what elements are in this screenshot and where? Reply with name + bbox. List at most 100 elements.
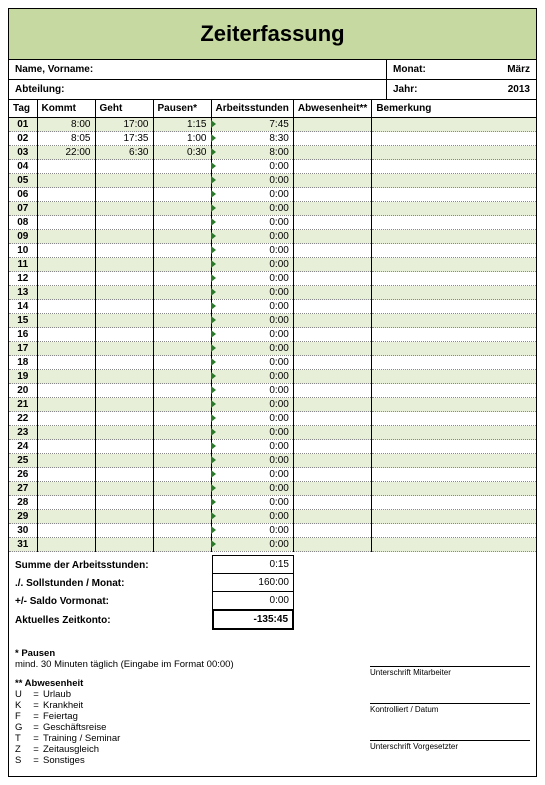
cell-kommt[interactable] bbox=[37, 328, 95, 342]
cell-geht[interactable] bbox=[95, 412, 153, 426]
cell-pausen[interactable] bbox=[153, 468, 211, 482]
cell-kommt[interactable] bbox=[37, 342, 95, 356]
cell-geht[interactable] bbox=[95, 160, 153, 174]
cell-bem[interactable] bbox=[372, 174, 536, 188]
cell-geht[interactable] bbox=[95, 510, 153, 524]
cell-bem[interactable] bbox=[372, 384, 536, 398]
cell-bem[interactable] bbox=[372, 230, 536, 244]
cell-geht[interactable] bbox=[95, 328, 153, 342]
cell-pausen[interactable] bbox=[153, 356, 211, 370]
cell-geht[interactable] bbox=[95, 370, 153, 384]
cell-pausen[interactable] bbox=[153, 384, 211, 398]
cell-geht[interactable] bbox=[95, 202, 153, 216]
cell-kommt[interactable] bbox=[37, 440, 95, 454]
cell-pausen[interactable] bbox=[153, 230, 211, 244]
cell-abw[interactable] bbox=[293, 356, 371, 370]
cell-abw[interactable] bbox=[293, 412, 371, 426]
cell-bem[interactable] bbox=[372, 426, 536, 440]
cell-geht[interactable]: 17:00 bbox=[95, 118, 153, 132]
cell-kommt[interactable]: 8:00 bbox=[37, 118, 95, 132]
cell-geht[interactable]: 6:30 bbox=[95, 146, 153, 160]
cell-pausen[interactable] bbox=[153, 440, 211, 454]
cell-kommt[interactable]: 8:05 bbox=[37, 132, 95, 146]
cell-kommt[interactable] bbox=[37, 482, 95, 496]
cell-geht[interactable] bbox=[95, 314, 153, 328]
cell-bem[interactable] bbox=[372, 146, 536, 160]
cell-kommt[interactable] bbox=[37, 216, 95, 230]
cell-kommt[interactable] bbox=[37, 454, 95, 468]
cell-abw[interactable] bbox=[293, 300, 371, 314]
cell-abw[interactable] bbox=[293, 188, 371, 202]
cell-kommt[interactable] bbox=[37, 384, 95, 398]
cell-abw[interactable] bbox=[293, 370, 371, 384]
cell-geht[interactable] bbox=[95, 244, 153, 258]
cell-abw[interactable] bbox=[293, 468, 371, 482]
cell-geht[interactable] bbox=[95, 538, 153, 552]
cell-pausen[interactable] bbox=[153, 188, 211, 202]
cell-abw[interactable] bbox=[293, 482, 371, 496]
cell-geht[interactable] bbox=[95, 482, 153, 496]
cell-abw[interactable] bbox=[293, 132, 371, 146]
cell-bem[interactable] bbox=[372, 244, 536, 258]
cell-bem[interactable] bbox=[372, 398, 536, 412]
cell-kommt[interactable] bbox=[37, 300, 95, 314]
cell-abw[interactable] bbox=[293, 342, 371, 356]
cell-geht[interactable] bbox=[95, 272, 153, 286]
cell-geht[interactable] bbox=[95, 426, 153, 440]
cell-geht[interactable] bbox=[95, 468, 153, 482]
cell-bem[interactable] bbox=[372, 188, 536, 202]
cell-pausen[interactable] bbox=[153, 496, 211, 510]
cell-geht[interactable] bbox=[95, 230, 153, 244]
cell-bem[interactable] bbox=[372, 118, 536, 132]
cell-abw[interactable] bbox=[293, 384, 371, 398]
cell-pausen[interactable] bbox=[153, 216, 211, 230]
cell-bem[interactable] bbox=[372, 482, 536, 496]
cell-bem[interactable] bbox=[372, 160, 536, 174]
cell-abw[interactable] bbox=[293, 244, 371, 258]
cell-kommt[interactable] bbox=[37, 370, 95, 384]
cell-abw[interactable] bbox=[293, 230, 371, 244]
cell-pausen[interactable] bbox=[153, 314, 211, 328]
cell-pausen[interactable] bbox=[153, 174, 211, 188]
cell-abw[interactable] bbox=[293, 258, 371, 272]
cell-bem[interactable] bbox=[372, 202, 536, 216]
cell-pausen[interactable] bbox=[153, 286, 211, 300]
cell-geht[interactable] bbox=[95, 384, 153, 398]
cell-bem[interactable] bbox=[372, 538, 536, 552]
cell-bem[interactable] bbox=[372, 286, 536, 300]
cell-geht[interactable] bbox=[95, 440, 153, 454]
cell-kommt[interactable] bbox=[37, 314, 95, 328]
cell-geht[interactable] bbox=[95, 258, 153, 272]
cell-pausen[interactable]: 1:00 bbox=[153, 132, 211, 146]
cell-bem[interactable] bbox=[372, 258, 536, 272]
cell-kommt[interactable] bbox=[37, 398, 95, 412]
cell-abw[interactable] bbox=[293, 160, 371, 174]
cell-bem[interactable] bbox=[372, 342, 536, 356]
cell-abw[interactable] bbox=[293, 454, 371, 468]
cell-geht[interactable] bbox=[95, 342, 153, 356]
cell-kommt[interactable] bbox=[37, 230, 95, 244]
cell-bem[interactable] bbox=[372, 328, 536, 342]
cell-pausen[interactable] bbox=[153, 370, 211, 384]
cell-pausen[interactable] bbox=[153, 258, 211, 272]
cell-geht[interactable] bbox=[95, 524, 153, 538]
cell-abw[interactable] bbox=[293, 496, 371, 510]
cell-geht[interactable] bbox=[95, 356, 153, 370]
cell-bem[interactable] bbox=[372, 440, 536, 454]
cell-bem[interactable] bbox=[372, 468, 536, 482]
cell-geht[interactable] bbox=[95, 188, 153, 202]
cell-abw[interactable] bbox=[293, 146, 371, 160]
cell-pausen[interactable] bbox=[153, 426, 211, 440]
cell-pausen[interactable] bbox=[153, 272, 211, 286]
cell-geht[interactable] bbox=[95, 496, 153, 510]
cell-abw[interactable] bbox=[293, 286, 371, 300]
cell-bem[interactable] bbox=[372, 132, 536, 146]
cell-abw[interactable] bbox=[293, 216, 371, 230]
cell-kommt[interactable] bbox=[37, 510, 95, 524]
cell-kommt[interactable] bbox=[37, 258, 95, 272]
cell-kommt[interactable] bbox=[37, 524, 95, 538]
cell-pausen[interactable] bbox=[153, 482, 211, 496]
cell-pausen[interactable] bbox=[153, 538, 211, 552]
cell-kommt[interactable] bbox=[37, 272, 95, 286]
cell-abw[interactable] bbox=[293, 524, 371, 538]
